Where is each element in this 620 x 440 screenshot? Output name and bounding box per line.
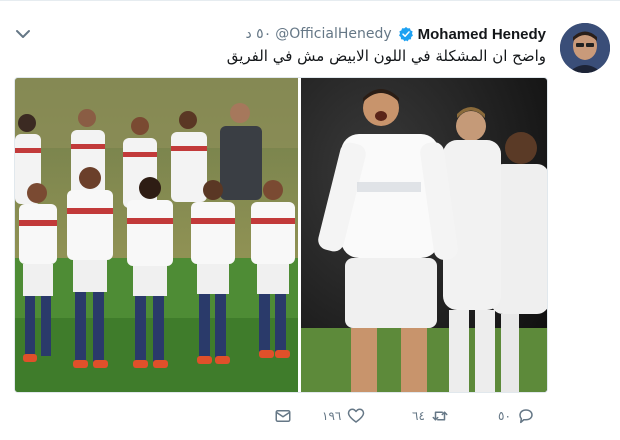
- author-name[interactable]: Mohamed Henedy: [418, 26, 546, 43]
- heart-icon: [348, 408, 365, 423]
- team-photo-image[interactable]: [15, 78, 298, 392]
- tweet-timestamp[interactable]: ٥٠ د: [245, 26, 271, 42]
- envelope-icon: [275, 410, 291, 422]
- like-count: ١٩٦: [322, 409, 342, 423]
- tweet-text: واضح ان المشكلة في اللون الابيض مش في ال…: [226, 47, 546, 65]
- reply-count: ٥٠: [498, 409, 511, 423]
- author-handle[interactable]: @OfficialHenedy: [275, 26, 391, 42]
- tweet-header: ٥٠ د @OfficialHenedy Mohamed Henedy: [245, 23, 546, 45]
- tweet-card: ٥٠ د @OfficialHenedy Mohamed Henedy واضح…: [0, 0, 620, 440]
- like-button[interactable]: ١٩٦: [322, 407, 365, 425]
- avatar[interactable]: [560, 23, 610, 73]
- chevron-down-icon[interactable]: [14, 27, 32, 41]
- retweet-count: ٦٤: [412, 409, 425, 423]
- verified-badge-icon: [398, 27, 413, 42]
- reply-button[interactable]: ٥٠: [498, 407, 535, 425]
- retweet-button[interactable]: ٦٤: [412, 407, 449, 425]
- tweet-actions: ١٩٦ ٦٤ ٥٠: [270, 405, 550, 429]
- reply-icon: [519, 409, 533, 424]
- message-button[interactable]: [274, 407, 292, 425]
- celebration-image[interactable]: [301, 78, 547, 392]
- retweet-icon: [432, 411, 448, 421]
- tweet-media[interactable]: [14, 77, 548, 393]
